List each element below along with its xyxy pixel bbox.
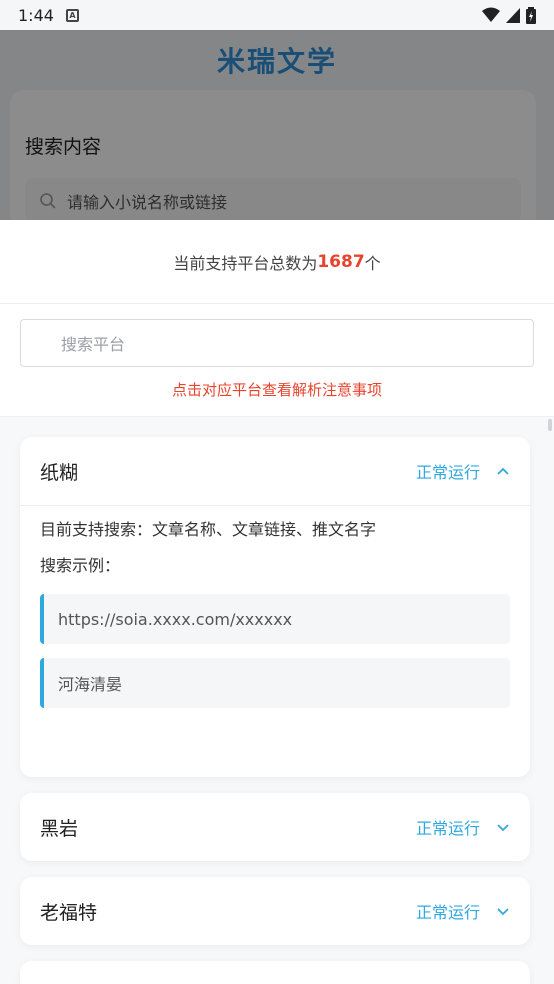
platform-name: 黑岩 [40, 817, 79, 840]
platform-list[interactable]: 纸糊 正常运行 目前支持搜索：文章名称、文章链接、推文名字 搜索示例： http… [0, 417, 554, 984]
platform-name: 纸糊 [40, 461, 79, 484]
platform-card-zhihu: 纸糊 正常运行 目前支持搜索：文章名称、文章链接、推文名字 搜索示例： http… [20, 437, 530, 777]
platform-card-heiyan[interactable]: 黑岩 正常运行 [20, 793, 530, 861]
platform-hint: 点击对应平台查看解析注意事项 [171, 381, 382, 399]
platform-search-input[interactable]: 搜索平台 [20, 319, 534, 367]
notification-icon: A [65, 8, 79, 22]
modal-overlay[interactable] [0, 30, 554, 220]
support-info: 目前支持搜索：文章名称、文章链接、推文名字 [40, 520, 377, 539]
platform-card-laofute[interactable]: 老福特 正常运行 [20, 877, 530, 945]
platform-card-next[interactable] [20, 961, 530, 984]
chevron-down-icon[interactable] [480, 823, 510, 832]
status-time: 1:44 [18, 5, 54, 25]
platform-card-header[interactable]: 黑岩 正常运行 [20, 793, 530, 861]
platform-card-header[interactable]: 纸糊 正常运行 [20, 437, 530, 505]
platform-card-header[interactable]: 老福特 正常运行 [20, 877, 530, 945]
example-item: 河海清晏 [40, 658, 510, 708]
example-item: https://soia.xxxx.com/xxxxxx [40, 594, 510, 644]
platform-card-body: 目前支持搜索：文章名称、文章链接、推文名字 搜索示例： https://soia… [20, 505, 530, 708]
platform-status: 正常运行 [415, 819, 480, 838]
platform-count-header: 当前支持平台总数为 1687 个 [0, 220, 554, 304]
platform-count: 1687 [317, 251, 365, 272]
platform-sheet: 当前支持平台总数为 1687 个 搜索平台 点击对应平台查看解析注意事项 纸糊 正常… [0, 220, 554, 984]
battery-icon [526, 6, 536, 24]
signal-icon [506, 7, 520, 23]
platform-status: 正常运行 [415, 463, 480, 482]
wifi-icon [482, 7, 500, 22]
chevron-down-icon[interactable] [480, 907, 510, 916]
scrollbar[interactable] [548, 419, 552, 431]
status-bar: 1:44 A [0, 0, 554, 30]
count-prefix: 当前支持平台总数为 [173, 253, 318, 273]
status-icons [482, 6, 536, 24]
chevron-up-icon[interactable] [480, 467, 510, 476]
platform-name: 老福特 [40, 901, 98, 924]
count-suffix: 个 [364, 253, 381, 273]
example-label: 搜索示例： [40, 556, 121, 575]
platform-status: 正常运行 [415, 903, 480, 922]
platform-search-placeholder: 搜索平台 [61, 335, 126, 354]
